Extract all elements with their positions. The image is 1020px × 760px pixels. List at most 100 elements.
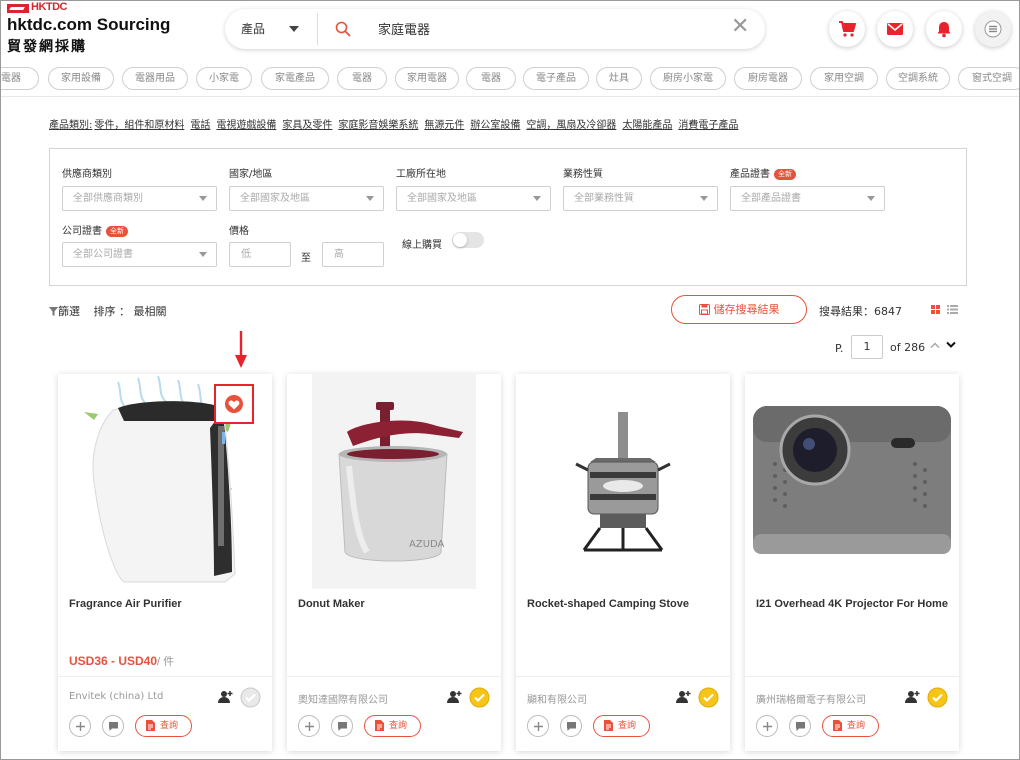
online-buy-toggle[interactable] <box>452 232 484 248</box>
keyword-chip[interactable]: 電器用品 <box>122 67 188 90</box>
save-search-button[interactable]: 儲存搜尋結果 <box>671 295 807 324</box>
add-to-list-button[interactable] <box>527 715 549 737</box>
keyword-chip[interactable]: 家用電器 <box>395 67 459 90</box>
product-image[interactable] <box>516 374 730 589</box>
menu-button[interactable] <box>975 11 1011 47</box>
product-cert-text: 產品證書 <box>730 169 770 180</box>
search-bar: 產品 家庭電器 ✕ <box>225 9 765 49</box>
keyword-chip[interactable]: 空調系統 <box>886 67 950 90</box>
online-buy-label: 線上購買 <box>402 240 442 251</box>
keyword-chip[interactable]: 灶具 <box>596 67 642 90</box>
keyword-chip[interactable]: 小家電 <box>196 67 252 90</box>
favorite-button[interactable] <box>214 384 254 424</box>
company-cert-select[interactable]: 全部公司證書 <box>62 242 217 267</box>
add-to-list-button[interactable] <box>298 715 320 737</box>
category-link[interactable]: 家具及零件 <box>282 120 332 131</box>
product-image[interactable] <box>58 374 272 589</box>
price-min-input[interactable]: 低 <box>229 242 291 267</box>
chevron-up-icon[interactable] <box>930 341 940 349</box>
factory-location-value: 全部國家及地區 <box>407 193 477 204</box>
product-title[interactable]: Fragrance Air Purifier <box>69 596 264 613</box>
site-logo[interactable]: HKTDC hktdc.com Sourcing 貿發網採購 <box>7 1 177 55</box>
keyword-chip[interactable]: 電子產品 <box>523 67 589 90</box>
keyword-chip[interactable]: 電器 <box>1 67 39 90</box>
supplier-name[interactable]: 顯和有限公司 <box>527 691 587 706</box>
filter-button[interactable]: 篩選 <box>49 305 80 318</box>
supplier-name[interactable]: 奧知達國際有限公司 <box>298 691 388 706</box>
plus-icon <box>534 722 543 731</box>
category-link[interactable]: 消費電子產品 <box>678 120 738 131</box>
close-icon[interactable]: ✕ <box>731 16 749 38</box>
inquiry-button[interactable]: 查詢 <box>135 715 192 737</box>
add-to-list-button[interactable] <box>756 715 778 737</box>
product-title[interactable]: Donut Maker <box>298 596 493 613</box>
category-link[interactable]: 太陽能產品 <box>622 120 672 131</box>
supplier-type-select[interactable]: 全部供應商類別 <box>62 186 217 211</box>
product-cert-select[interactable]: 全部產品證書 <box>730 186 885 211</box>
follow-supplier-icon[interactable] <box>218 690 234 704</box>
notification-button[interactable] <box>926 11 962 47</box>
chat-button[interactable] <box>560 715 582 737</box>
follow-supplier-icon[interactable] <box>905 690 921 704</box>
category-link[interactable]: 零件，組件和原材料 <box>94 120 184 131</box>
follow-supplier-icon[interactable] <box>676 690 692 704</box>
search-category-select[interactable]: 產品 <box>241 20 265 37</box>
category-link[interactable]: 電視遊戲設備 <box>216 120 276 131</box>
keyword-chip[interactable]: 窗式空調 <box>958 67 1019 90</box>
chevron-down-icon <box>533 196 541 201</box>
cart-button[interactable] <box>829 11 865 47</box>
follow-supplier-icon[interactable] <box>447 690 463 704</box>
list-view-icon[interactable] <box>947 305 958 314</box>
keyword-chip[interactable]: 廚房小家電 <box>650 67 726 90</box>
price-label: 價格 <box>229 226 249 237</box>
sort-bar: 篩選 排序 ： 最相關 <box>49 303 167 319</box>
search-icon[interactable] <box>335 21 351 37</box>
plus-icon <box>305 722 314 731</box>
chat-button[interactable] <box>102 715 124 737</box>
bell-icon <box>937 22 951 38</box>
product-card[interactable]: AZUDA Donut Maker 奧知達國際有限公司 查詢 <box>287 374 501 751</box>
chevron-down-icon[interactable] <box>946 341 956 349</box>
mail-icon <box>887 23 903 35</box>
price-max-input[interactable]: 高 <box>322 242 384 267</box>
chat-button[interactable] <box>331 715 353 737</box>
business-type-value: 全部業務性質 <box>574 193 634 204</box>
search-input[interactable]: 家庭電器 <box>378 19 430 38</box>
keyword-chip[interactable]: 廚房電器 <box>734 67 802 90</box>
category-link[interactable]: 電話 <box>190 120 210 131</box>
category-link[interactable]: 空調，風扇及冷卻器 <box>526 120 616 131</box>
product-title[interactable]: I21 Overhead 4K Projector For Home <box>756 596 951 613</box>
inquiry-button[interactable]: 查詢 <box>364 715 421 737</box>
factory-location-select[interactable]: 全部國家及地區 <box>396 186 551 211</box>
product-title[interactable]: Rocket-shaped Camping Stove <box>527 596 722 613</box>
sort-select[interactable]: 最相關 <box>134 305 167 318</box>
page-number-input[interactable]: 1 <box>851 335 883 359</box>
inquiry-button[interactable]: 查詢 <box>593 715 650 737</box>
chat-icon <box>109 722 118 731</box>
business-type-select[interactable]: 全部業務性質 <box>563 186 718 211</box>
grid-view-icon[interactable] <box>931 305 940 314</box>
category-link[interactable]: 辦公室設備 <box>470 120 520 131</box>
plus-icon <box>76 722 85 731</box>
category-link[interactable]: 家庭影音娛樂系統 <box>338 120 418 131</box>
mail-button[interactable] <box>877 11 913 47</box>
chevron-down-icon[interactable] <box>289 26 299 32</box>
product-card[interactable]: I21 Overhead 4K Projector For Home 廣州瑞格爾… <box>745 374 959 751</box>
supplier-name[interactable]: 廣州瑞格爾電子有限公司 <box>756 691 866 706</box>
country-select[interactable]: 全部國家及地區 <box>229 186 384 211</box>
add-to-list-button[interactable] <box>69 715 91 737</box>
keyword-chip[interactable]: 家用設備 <box>48 67 114 90</box>
product-card[interactable]: Rocket-shaped Camping Stove 顯和有限公司 查詢 <box>516 374 730 751</box>
product-image[interactable]: AZUDA <box>287 374 501 589</box>
save-search-label: 儲存搜尋結果 <box>713 303 780 316</box>
supplier-name[interactable]: Envitek (china) Ltd <box>69 691 163 702</box>
keyword-chip[interactable]: 電器 <box>466 67 516 90</box>
keyword-chip[interactable]: 電器 <box>337 67 387 90</box>
keyword-chip[interactable]: 家電產品 <box>261 67 329 90</box>
category-link[interactable]: 無源元件 <box>424 120 464 131</box>
inquiry-button[interactable]: 查詢 <box>822 715 879 737</box>
keyword-chip[interactable]: 家用空調 <box>810 67 878 90</box>
product-card[interactable]: Fragrance Air Purifier USD36 - USD40/ 件 … <box>58 374 272 751</box>
chat-button[interactable] <box>789 715 811 737</box>
product-image[interactable] <box>745 374 959 589</box>
